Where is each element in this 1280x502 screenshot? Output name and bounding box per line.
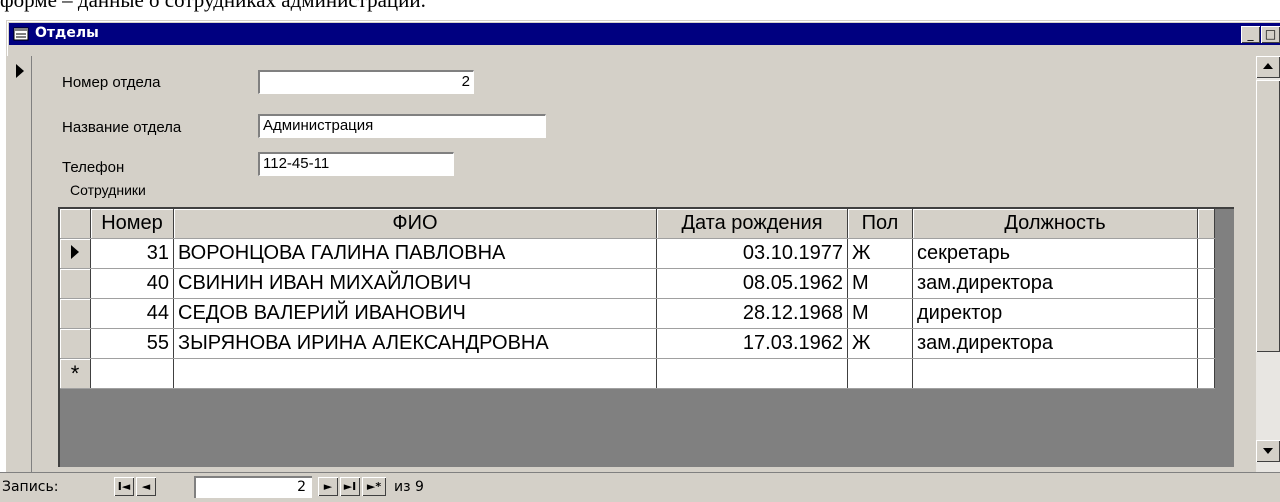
current-record-field[interactable]: 2 bbox=[194, 476, 312, 498]
form-icon bbox=[13, 27, 29, 41]
maximize-button[interactable]: □ bbox=[1261, 26, 1280, 43]
minimize-button[interactable]: _ bbox=[1241, 26, 1260, 43]
column-header-num[interactable]: Номер bbox=[90, 209, 174, 239]
phone-label: Телефон bbox=[62, 159, 125, 176]
cell-dob[interactable]: 17.03.1962 bbox=[656, 328, 848, 359]
cell-sex[interactable]: Ж bbox=[847, 238, 913, 269]
cell-position[interactable] bbox=[912, 358, 1198, 389]
vertical-scrollbar[interactable] bbox=[1256, 56, 1280, 472]
scroll-up-button[interactable] bbox=[1256, 56, 1280, 78]
employees-subform: Номер ФИО Дата рождения Пол Должность 31… bbox=[58, 207, 1234, 467]
cell-num[interactable] bbox=[90, 358, 174, 389]
record-label: Запись: bbox=[2, 479, 59, 495]
current-row-arrow-icon bbox=[71, 245, 79, 259]
employees-label: Сотрудники bbox=[70, 182, 146, 198]
cell-filler bbox=[1197, 328, 1215, 359]
cell-filler bbox=[1197, 268, 1215, 299]
arrow-up-icon bbox=[1263, 63, 1273, 69]
column-header-fio[interactable]: ФИО bbox=[173, 209, 657, 239]
dept-name-field[interactable]: Администрация bbox=[258, 114, 546, 138]
scroll-down-button[interactable] bbox=[1256, 440, 1280, 462]
cell-sex[interactable] bbox=[847, 358, 913, 389]
cell-filler bbox=[1197, 298, 1215, 329]
select-all-cell[interactable] bbox=[60, 209, 91, 239]
window-title: Отделы bbox=[35, 25, 99, 41]
column-header-sex[interactable]: Пол bbox=[847, 209, 913, 239]
cell-num[interactable]: 55 bbox=[90, 328, 174, 359]
cell-num[interactable]: 31 bbox=[90, 238, 174, 269]
column-header-filler bbox=[1197, 209, 1215, 239]
cell-filler bbox=[1197, 238, 1215, 269]
cell-fio[interactable]: ЗЫРЯНОВА ИРИНА АЛЕКСАНДРОВНА bbox=[173, 328, 657, 359]
dept-number-field[interactable]: 2 bbox=[258, 70, 474, 94]
current-record-arrow-icon bbox=[16, 64, 24, 78]
last-record-button[interactable]: ►I bbox=[340, 477, 360, 496]
employees-table: Номер ФИО Дата рождения Пол Должность 31… bbox=[60, 209, 1215, 389]
arrow-down-icon bbox=[1263, 448, 1273, 454]
cell-fio[interactable]: СВИНИН ИВАН МИХАЙЛОВИЧ bbox=[173, 268, 657, 299]
table-row[interactable]: 55 ЗЫРЯНОВА ИРИНА АЛЕКСАНДРОВНА 17.03.19… bbox=[60, 328, 1215, 359]
cell-fio[interactable]: ВОРОНЦОВА ГАЛИНА ПАВЛОВНА bbox=[173, 238, 657, 269]
table-row[interactable]: 31 ВОРОНЦОВА ГАЛИНА ПАВЛОВНА 03.10.1977 … bbox=[60, 238, 1215, 269]
cell-position[interactable]: зам.директора bbox=[912, 328, 1198, 359]
cell-dob[interactable]: 28.12.1968 bbox=[656, 298, 848, 329]
first-record-button[interactable]: I◄ bbox=[114, 477, 134, 496]
cell-dob[interactable] bbox=[656, 358, 848, 389]
cell-position[interactable]: директор bbox=[912, 298, 1198, 329]
table-row[interactable]: 44 СЕДОВ ВАЛЕРИЙ ИВАНОВИЧ 28.12.1968 М д… bbox=[60, 298, 1215, 329]
cell-fio[interactable]: СЕДОВ ВАЛЕРИЙ ИВАНОВИЧ bbox=[173, 298, 657, 329]
cell-dob[interactable]: 08.05.1962 bbox=[656, 268, 848, 299]
new-record-row[interactable]: * bbox=[60, 358, 1215, 389]
row-selector[interactable] bbox=[60, 328, 91, 359]
prev-record-button[interactable]: ◄ bbox=[136, 477, 156, 496]
cell-sex[interactable]: М bbox=[847, 298, 913, 329]
scroll-thumb[interactable] bbox=[1256, 80, 1280, 352]
record-navigation-bar: Запись: I◄ ◄ 2 ► ►I ►* из 9 bbox=[0, 472, 1280, 502]
row-selector[interactable] bbox=[60, 238, 91, 269]
dept-name-label: Название отдела bbox=[62, 119, 182, 136]
table-row[interactable]: 40 СВИНИН ИВАН МИХАЙЛОВИЧ 08.05.1962 М з… bbox=[60, 268, 1215, 299]
record-count: из 9 bbox=[394, 479, 424, 495]
record-selector[interactable] bbox=[6, 56, 32, 476]
table-header-row: Номер ФИО Дата рождения Пол Должность bbox=[60, 209, 1215, 239]
column-header-dob[interactable]: Дата рождения bbox=[656, 209, 848, 239]
cell-num[interactable]: 40 bbox=[90, 268, 174, 299]
new-record-button[interactable]: ►* bbox=[362, 477, 386, 496]
cell-position[interactable]: зам.директора bbox=[912, 268, 1198, 299]
phone-field[interactable]: 112-45-11 bbox=[258, 152, 454, 176]
column-header-position[interactable]: Должность bbox=[912, 209, 1198, 239]
document-text: форме – данные о сотрудниках администрац… bbox=[0, 0, 426, 12]
new-record-marker[interactable]: * bbox=[60, 358, 91, 389]
cell-dob[interactable]: 03.10.1977 bbox=[656, 238, 848, 269]
cell-filler bbox=[1197, 358, 1215, 389]
cell-sex[interactable]: Ж bbox=[847, 328, 913, 359]
cell-position[interactable]: секретарь bbox=[912, 238, 1198, 269]
title-bar[interactable]: Отделы _ □ X bbox=[9, 23, 1280, 45]
next-record-button[interactable]: ► bbox=[318, 477, 338, 496]
row-selector[interactable] bbox=[60, 298, 91, 329]
dept-number-label: Номер отдела bbox=[62, 74, 161, 91]
row-selector[interactable] bbox=[60, 268, 91, 299]
cell-sex[interactable]: М bbox=[847, 268, 913, 299]
cell-num[interactable]: 44 bbox=[90, 298, 174, 329]
cell-fio[interactable] bbox=[173, 358, 657, 389]
